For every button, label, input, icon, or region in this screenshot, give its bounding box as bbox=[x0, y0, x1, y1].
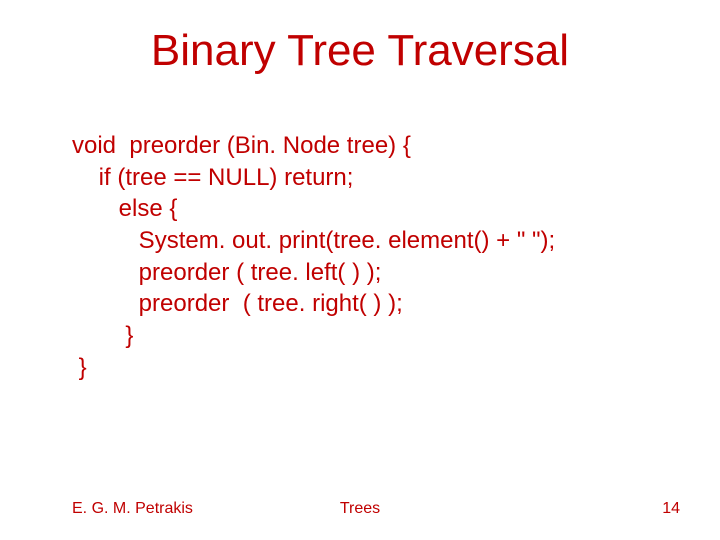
slide: Binary Tree Traversal void preorder (Bin… bbox=[0, 0, 720, 540]
code-line: preorder ( tree. right( ) ); bbox=[72, 288, 680, 320]
footer-page: 14 bbox=[662, 500, 680, 518]
code-line: void preorder (Bin. Node tree) { bbox=[72, 130, 680, 162]
code-line: } bbox=[72, 320, 680, 352]
code-block: void preorder (Bin. Node tree) { if (tre… bbox=[72, 130, 680, 383]
code-line: preorder ( tree. left( ) ); bbox=[72, 257, 680, 289]
code-line: else { bbox=[72, 193, 680, 225]
footer-topic: Trees bbox=[0, 500, 720, 518]
slide-title: Binary Tree Traversal bbox=[0, 26, 720, 76]
code-line: System. out. print(tree. element() + " "… bbox=[72, 225, 680, 257]
code-line: if (tree == NULL) return; bbox=[72, 162, 680, 194]
code-line: } bbox=[72, 352, 680, 384]
